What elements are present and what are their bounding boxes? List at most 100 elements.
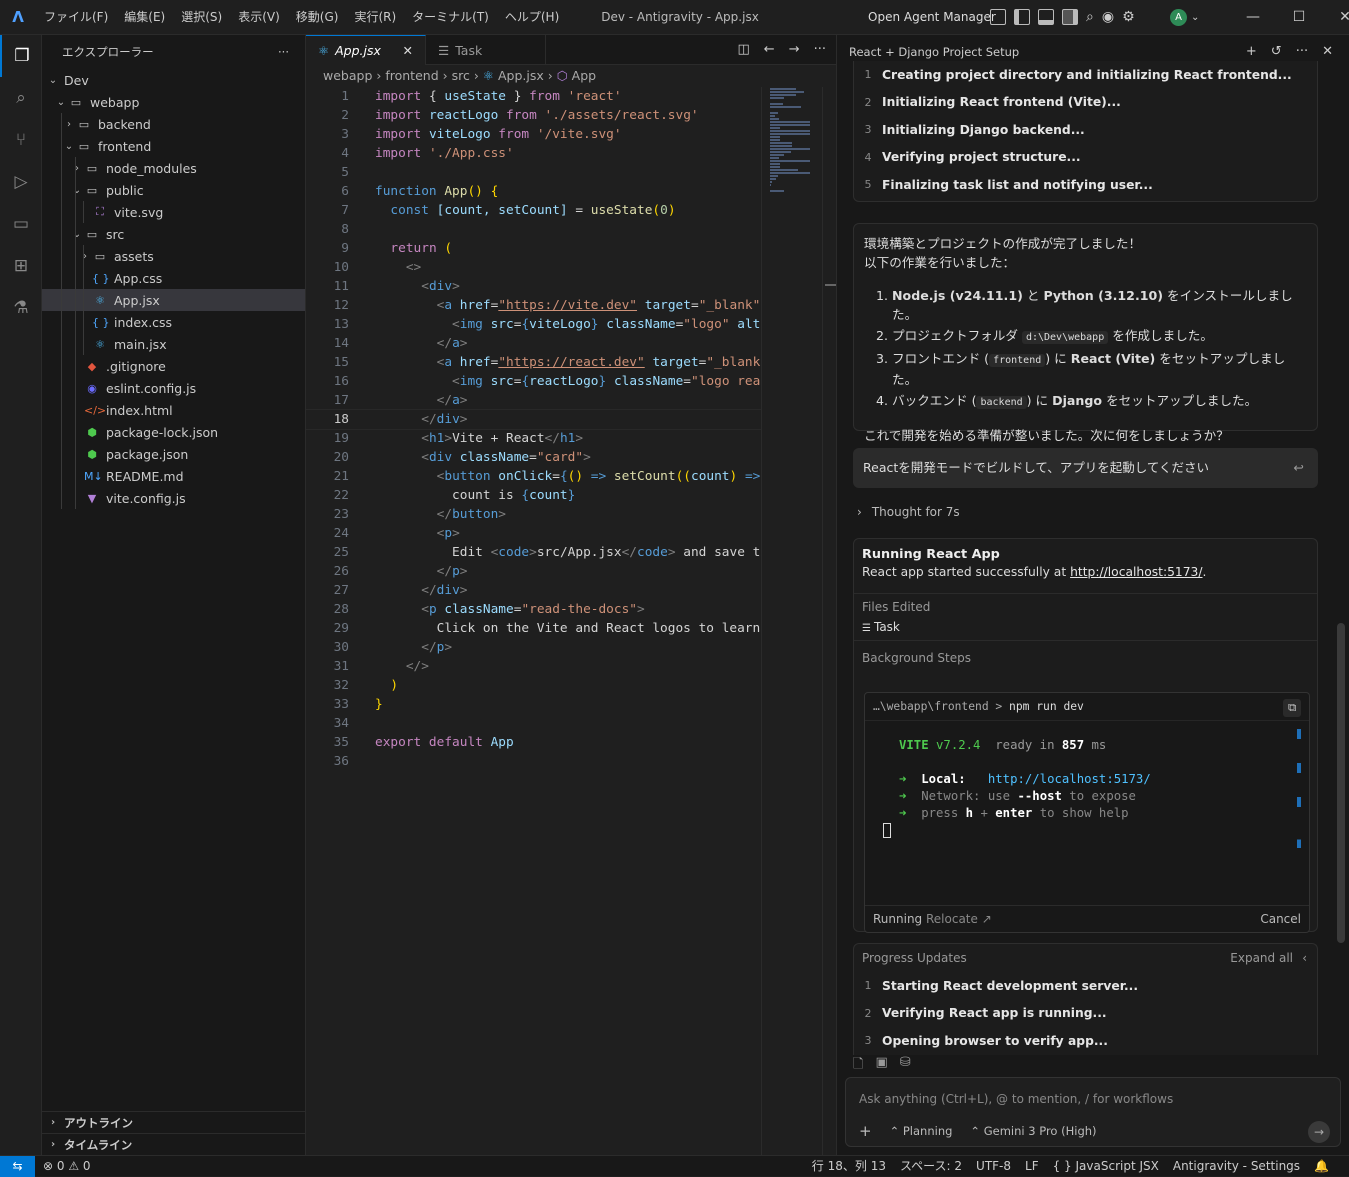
tree-item[interactable]: ⬢ package-lock.json [42, 421, 305, 443]
more-actions-icon[interactable]: ··· [814, 35, 826, 65]
step-item[interactable]: 5 Finalizing task list and notifying user… [854, 171, 1317, 199]
code-line[interactable]: 8 [306, 220, 761, 239]
code-line[interactable]: 13 <img src={viteLogo} className="logo" … [306, 315, 761, 334]
outline-section[interactable]: › アウトライン [42, 1111, 306, 1133]
step-item[interactable]: 3 Opening browser to verify app... [854, 1027, 1317, 1055]
tree-item[interactable]: </> index.html [42, 399, 305, 421]
close-tab-icon[interactable]: ✕ [403, 43, 413, 58]
code-line[interactable]: 25 Edit <code>src/App.jsx</code> and sav… [306, 543, 761, 562]
cursor-position[interactable]: 行 18、列 13 [812, 1156, 886, 1176]
user-prompt[interactable]: Reactを開発モードでビルドして、アプリを起動してください ↩ [853, 448, 1318, 488]
avatar[interactable]: A [1170, 9, 1187, 26]
code-line[interactable]: 17 </a> [306, 391, 761, 410]
chat-input-box[interactable]: Ask anything (Ctrl+L), @ to mention, / f… [845, 1077, 1341, 1147]
open-agent-manager-button[interactable]: Open Agent Manager [868, 0, 996, 35]
code-line[interactable]: 11 <div> [306, 277, 761, 296]
gear-icon[interactable]: ⚙ [1122, 9, 1135, 25]
mode-selector[interactable]: ⌃ Planning [890, 1124, 953, 1138]
code-line[interactable]: 15 <a href="https://react.dev" target="_… [306, 353, 761, 372]
external-link-icon[interactable]: ↗ [982, 912, 992, 926]
tree-item[interactable]: { } App.css [42, 267, 305, 289]
code-line[interactable]: 3 import viteLogo from '/vite.svg' [306, 125, 761, 144]
settings-status[interactable]: Antigravity - Settings [1173, 1156, 1300, 1176]
code-line[interactable]: 10 <> [306, 258, 761, 277]
close-icon[interactable]: ✕ [1322, 35, 1333, 69]
end-of-line[interactable]: LF [1025, 1156, 1039, 1176]
source-control-icon[interactable]: ⑂ [0, 119, 42, 161]
tree-item[interactable]: ◆ .gitignore [42, 355, 305, 377]
account-chevron-icon[interactable]: ⌄ [1191, 0, 1199, 35]
testing-flask-icon[interactable]: ⚗ [0, 287, 42, 329]
code-line[interactable]: 1 import { useState } from 'react' [306, 87, 761, 106]
code-line[interactable]: 28 <p className="read-the-docs"> [306, 600, 761, 619]
relocate-link[interactable]: Relocate [926, 912, 978, 926]
code-line[interactable]: 34 [306, 714, 761, 733]
maximize-icon[interactable]: ☐ [1276, 0, 1322, 35]
chevron-left-icon[interactable]: ‹ [1302, 944, 1307, 972]
menu-item[interactable]: 編集(E) [116, 0, 173, 35]
language-mode[interactable]: { } JavaScript JSX [1053, 1156, 1159, 1176]
code-line[interactable]: 7 const [count, setCount] = useState(0) [306, 201, 761, 220]
timeline-section[interactable]: › タイムライン [42, 1133, 306, 1155]
thought-toggle[interactable]: › Thought for 7s [857, 505, 960, 519]
menu-item[interactable]: 表示(V) [230, 0, 288, 35]
code-line[interactable]: 35 export default App [306, 733, 761, 752]
tab-app-jsx[interactable]: ⚛ App.jsx ✕ [306, 35, 426, 65]
tree-item[interactable]: › ▭ assets [42, 245, 305, 267]
step-item[interactable]: 2 Initializing React frontend (Vite)... [854, 89, 1317, 117]
file-task[interactable]: ☰ Task [862, 620, 1309, 634]
file-icon[interactable]: 🗋 [853, 1055, 863, 1077]
minimap[interactable] [761, 87, 821, 1155]
model-selector[interactable]: ⌃ Gemini 3 Pro (High) [970, 1124, 1096, 1138]
code-line[interactable]: 26 </p> [306, 562, 761, 581]
encoding[interactable]: UTF-8 [976, 1156, 1011, 1176]
browser-icon[interactable]: ◉ [1102, 9, 1114, 25]
toggle-sidebar-icon[interactable] [1014, 9, 1030, 25]
tree-item[interactable]: ⚛ main.jsx [42, 333, 305, 355]
tree-item[interactable]: ⌄ ▭ frontend [42, 135, 305, 157]
copy-icon[interactable]: ⧉ [1283, 699, 1301, 717]
send-button[interactable]: → [1308, 1121, 1330, 1143]
code-line[interactable]: 31 </> [306, 657, 761, 676]
tree-item[interactable]: M↓ README.md [42, 465, 305, 487]
code-line[interactable]: 22 count is {count} [306, 486, 761, 505]
menu-item[interactable]: 選択(S) [173, 0, 230, 35]
cancel-button[interactable]: Cancel [1260, 906, 1301, 933]
browser-preview-icon[interactable]: ▣ [875, 1055, 887, 1077]
toggle-secondary-sidebar-icon[interactable] [1062, 9, 1078, 25]
step-item[interactable]: 2 Verifying React app is running... [854, 1000, 1317, 1028]
code-line[interactable]: 6 function App() { [306, 182, 761, 201]
tree-item[interactable]: ⚛ App.jsx [42, 289, 305, 311]
menu-item[interactable]: 移動(G) [288, 0, 347, 35]
close-icon[interactable]: ✕ [1322, 0, 1349, 35]
arrow-right-icon[interactable]: → [789, 35, 800, 65]
crumb[interactable]: App [572, 68, 596, 83]
terminal-output[interactable]: …\webapp\frontend > npm run dev ⧉ VITE v7… [864, 692, 1310, 933]
toggle-panel-icon[interactable] [1038, 9, 1054, 25]
agent-scrollbar[interactable] [1337, 623, 1345, 943]
tree-item[interactable]: ⌄ ▭ public [42, 179, 305, 201]
crumb[interactable]: frontend [385, 68, 438, 83]
menu-item[interactable]: 実行(R) [346, 0, 404, 35]
tree-item[interactable]: › ▭ backend [42, 113, 305, 135]
step-item[interactable]: 1 Starting React development server... [854, 972, 1317, 1000]
add-context-icon[interactable]: + [859, 1122, 872, 1140]
tree-item[interactable]: ⌄ ▭ webapp [42, 91, 305, 113]
database-icon[interactable]: ⛁ [900, 1055, 911, 1077]
code-line[interactable]: 16 <img src={reactLogo} className="logo … [306, 372, 761, 391]
code-line[interactable]: 14 </a> [306, 334, 761, 353]
arrow-left-icon[interactable]: ← [764, 35, 775, 65]
undo-icon[interactable]: ↩ [1294, 448, 1304, 488]
step-item[interactable]: 1 Creating project directory and initiali… [854, 61, 1317, 89]
explorer-icon[interactable]: ❐ [0, 35, 42, 77]
crumb[interactable]: src [452, 68, 470, 83]
layout-icon[interactable] [990, 9, 1006, 25]
more-actions-icon[interactable]: ··· [278, 45, 289, 59]
remote-icon[interactable]: ⇆ [0, 1156, 35, 1177]
extensions-icon[interactable]: ⊞ [0, 245, 42, 287]
code-line[interactable]: 9 return ( [306, 239, 761, 258]
search-view-icon[interactable]: ⌕ [0, 77, 42, 119]
tree-item[interactable]: ⛶ vite.svg [42, 201, 305, 223]
code-line[interactable]: 29 Click on the Vite and React logos to … [306, 619, 761, 638]
code-line[interactable]: 19 <h1>Vite + React</h1> [306, 429, 761, 448]
